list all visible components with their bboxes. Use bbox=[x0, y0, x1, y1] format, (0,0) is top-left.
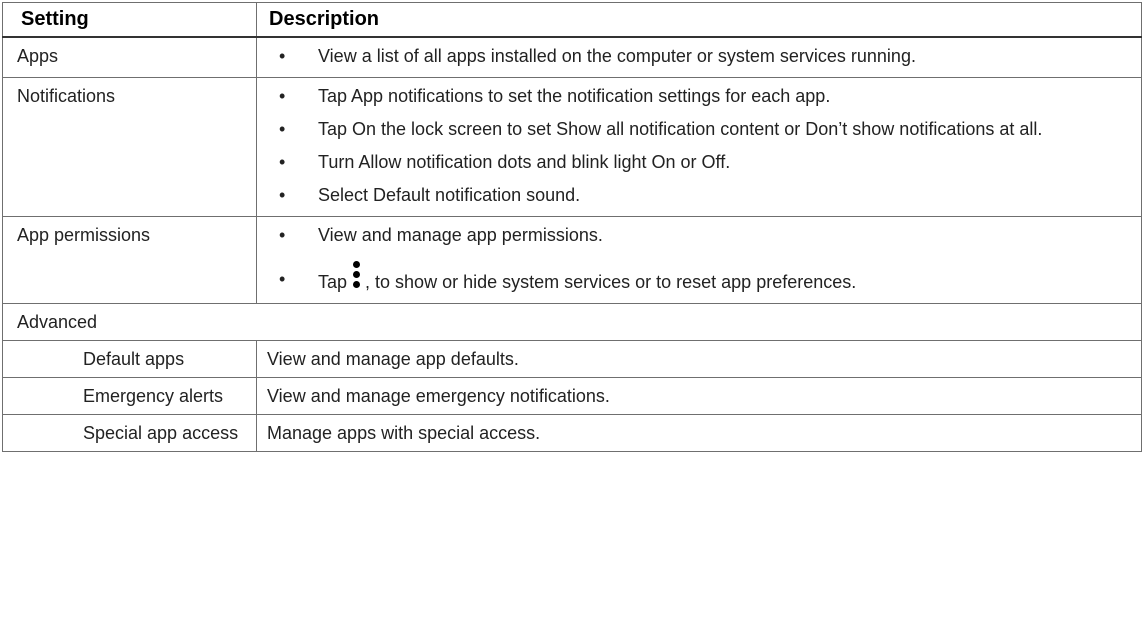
list-item: • View a list of all apps installed on th… bbox=[267, 44, 1129, 71]
bullet-list: • Tap App notifications to set the notifi… bbox=[267, 84, 1129, 210]
table-row-app-permissions: App permissions • View and manage app per… bbox=[2, 215, 1142, 304]
description-column-header: Description bbox=[256, 2, 1142, 38]
table-row-notifications: Notifications • Tap App notifications to … bbox=[2, 76, 1142, 217]
list-item-text: Turn Allow notification dots and blink l… bbox=[318, 151, 731, 172]
bullet-marker: • bbox=[279, 184, 286, 205]
bullet-marker: • bbox=[279, 268, 286, 289]
bullet-marker: • bbox=[279, 118, 286, 139]
setting-cell: App permissions bbox=[2, 215, 257, 304]
table-row-advanced: Advanced bbox=[2, 302, 1142, 341]
list-item-text: View a list of all apps installed on the… bbox=[318, 45, 916, 66]
list-item: • Select Default notification sound. bbox=[267, 183, 1129, 210]
table-row-apps: Apps • View a list of all apps installed … bbox=[2, 36, 1142, 78]
list-item: • Tap App notifications to set the notifi… bbox=[267, 84, 1129, 117]
bullet-marker: • bbox=[279, 151, 286, 172]
list-item-text: Tap On the lock screen to set Show all n… bbox=[318, 118, 1043, 139]
list-item-text-before-icon: Tap bbox=[318, 271, 348, 292]
table-row-special-app-access: Special app access Manage apps with spec… bbox=[2, 413, 1142, 452]
description-cell: Manage apps with special access. bbox=[256, 413, 1142, 452]
setting-cell: Notifications bbox=[2, 76, 257, 217]
list-item: • View and manage app permissions. bbox=[267, 223, 1129, 256]
list-item-text: Select Default notification sound. bbox=[318, 184, 581, 205]
settings-table: Setting Description Apps • View a list of… bbox=[2, 2, 1142, 452]
table-row-default-apps: Default apps View and manage app default… bbox=[2, 339, 1142, 378]
list-item-text: View and manage app permissions. bbox=[318, 224, 603, 245]
setting-column-header: Setting bbox=[2, 2, 257, 38]
setting-cell: Special app access bbox=[2, 413, 257, 452]
more-vert-icon bbox=[353, 260, 361, 289]
section-label-advanced: Advanced bbox=[2, 302, 1142, 341]
table-header-row: Setting Description bbox=[2, 2, 1142, 38]
list-item-text-after-icon: , to show or hide system services or to … bbox=[365, 271, 857, 292]
description-cell: • View and manage app permissions. • Tap , … bbox=[256, 215, 1142, 304]
bullet-list: • View and manage app permissions. • Tap , … bbox=[267, 223, 1129, 297]
description-cell: View and manage emergency notifications. bbox=[256, 376, 1142, 415]
setting-cell: Emergency alerts bbox=[2, 376, 257, 415]
setting-cell: Default apps bbox=[2, 339, 257, 378]
description-cell: • View a list of all apps installed on th… bbox=[256, 36, 1142, 78]
description-cell: • Tap App notifications to set the notifi… bbox=[256, 76, 1142, 217]
bullet-marker: • bbox=[279, 45, 286, 66]
bullet-marker: • bbox=[279, 85, 286, 106]
list-item: • Tap On the lock screen to set Show all … bbox=[267, 117, 1129, 150]
list-item-text: Tap App notifications to set the notific… bbox=[318, 85, 831, 106]
bullet-marker: • bbox=[279, 224, 286, 245]
description-cell: View and manage app defaults. bbox=[256, 339, 1142, 378]
list-item: • Turn Allow notification dots and blink … bbox=[267, 150, 1129, 183]
table-row-emergency-alerts: Emergency alerts View and manage emergen… bbox=[2, 376, 1142, 415]
list-item: • Tap , to show or hide system services or… bbox=[267, 256, 1129, 297]
bullet-list: • View a list of all apps installed on th… bbox=[267, 44, 1129, 71]
setting-cell: Apps bbox=[2, 36, 257, 78]
